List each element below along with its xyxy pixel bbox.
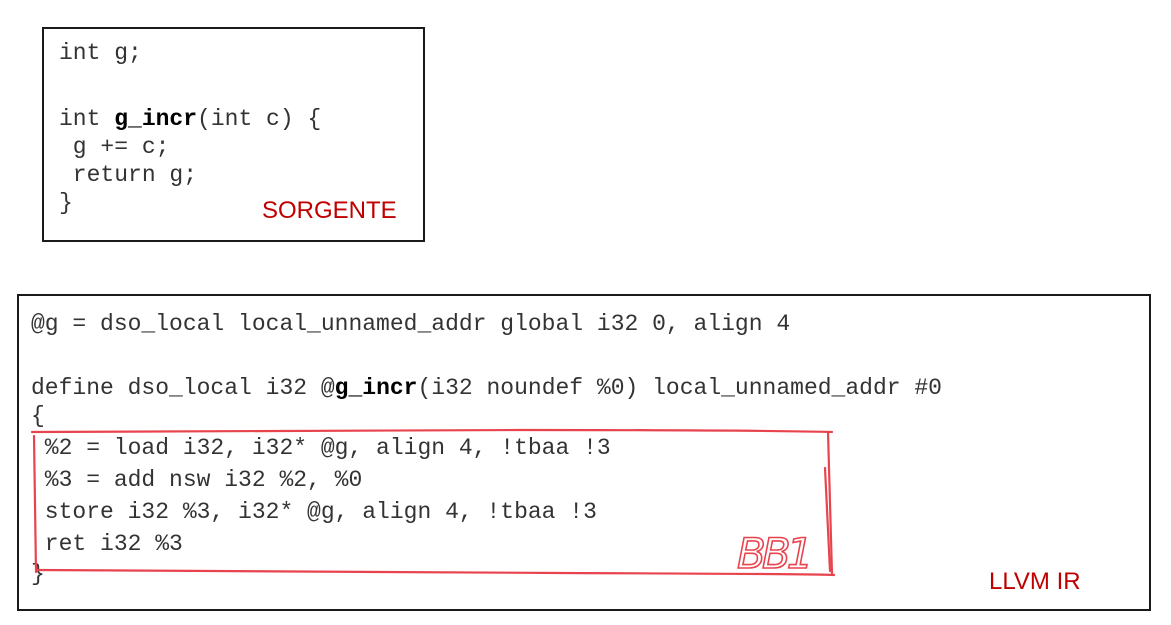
source-line: int g_incr(int c) { xyxy=(59,106,322,132)
ir-line: @g = dso_local local_unnamed_addr global… xyxy=(31,311,791,337)
ir-line: define dso_local i32 @g_incr(i32 noundef… xyxy=(31,375,942,401)
ir-line: { xyxy=(31,403,45,429)
llvm-ir-code-box: @g = dso_local local_unnamed_addr global… xyxy=(17,294,1151,611)
source-code-box: int g; int g_incr(int c) { g += c; retur… xyxy=(42,27,425,242)
ir-line: ret i32 %3 xyxy=(31,531,183,557)
ir-line: } xyxy=(31,561,45,587)
ir-line: %3 = add nsw i32 %2, %0 xyxy=(31,467,363,493)
source-line: } xyxy=(59,190,73,216)
source-line: g += c; xyxy=(59,134,170,160)
source-line: return g; xyxy=(59,162,198,188)
ir-line: store i32 %3, i32* @g, align 4, !tbaa !3 xyxy=(31,499,597,525)
ir-line: %2 = load i32, i32* @g, align 4, !tbaa !… xyxy=(31,435,611,461)
source-line: int g; xyxy=(59,40,142,66)
ir-tag-label: LLVM IR xyxy=(989,568,1081,595)
source-tag-label: SORGENTE xyxy=(262,197,397,224)
